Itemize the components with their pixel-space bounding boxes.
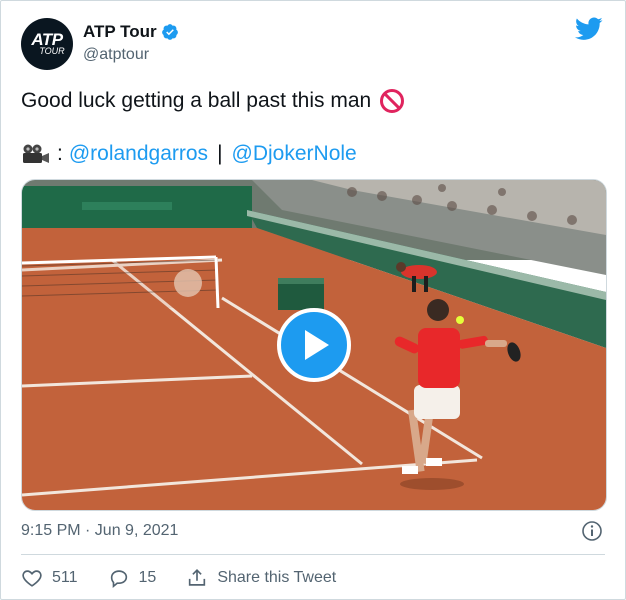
credit-line: : @rolandgarros | @DjokerNole [21, 142, 357, 166]
divider [21, 554, 605, 555]
twitter-bird-icon[interactable] [575, 17, 603, 41]
share-upload-icon [189, 569, 206, 586]
share-button[interactable]: Share this Tweet [186, 567, 336, 589]
heart-icon [22, 570, 42, 587]
display-name[interactable]: ATP Tour [83, 22, 179, 42]
share-label: Share this Tweet [217, 569, 337, 586]
avatar-logo-subtext: TOUR [39, 46, 65, 56]
like-button[interactable]: 511 [21, 567, 78, 589]
tweet-body: Good luck getting a ball past this man [21, 89, 372, 112]
credit-colon: : [57, 142, 63, 165]
action-bar: 511 15 Share this Tweet [21, 567, 366, 589]
mention-rolandgarros-link[interactable]: @rolandgarros [69, 142, 208, 166]
prohibited-emoji-icon [380, 89, 405, 113]
tweet-card: ATP TOUR ATP Tour @atptour Good luck get… [0, 0, 626, 600]
video-player[interactable] [21, 179, 607, 511]
avatar[interactable]: ATP TOUR [21, 18, 73, 70]
play-icon [305, 330, 329, 360]
movie-camera-emoji-icon [23, 144, 49, 163]
tweet-timestamp[interactable]: 9:15 PM · Jun 9, 2021 [21, 522, 178, 540]
handle[interactable]: @atptour [83, 46, 149, 64]
tweet-text: Good luck getting a ball past this man [21, 88, 405, 114]
credit-separator: | [217, 142, 223, 165]
reply-count: 15 [138, 569, 157, 586]
info-icon[interactable] [581, 520, 603, 542]
play-button[interactable] [277, 308, 351, 382]
verified-badge-icon [161, 24, 178, 40]
reply-bubble-icon [110, 570, 127, 589]
reply-button[interactable]: 15 [108, 567, 157, 589]
mention-djokernole-link[interactable]: @DjokerNole [232, 142, 357, 166]
like-count: 511 [52, 569, 78, 586]
display-name-text: ATP Tour [83, 22, 157, 41]
avatar-logo-text: ATP [31, 30, 63, 49]
